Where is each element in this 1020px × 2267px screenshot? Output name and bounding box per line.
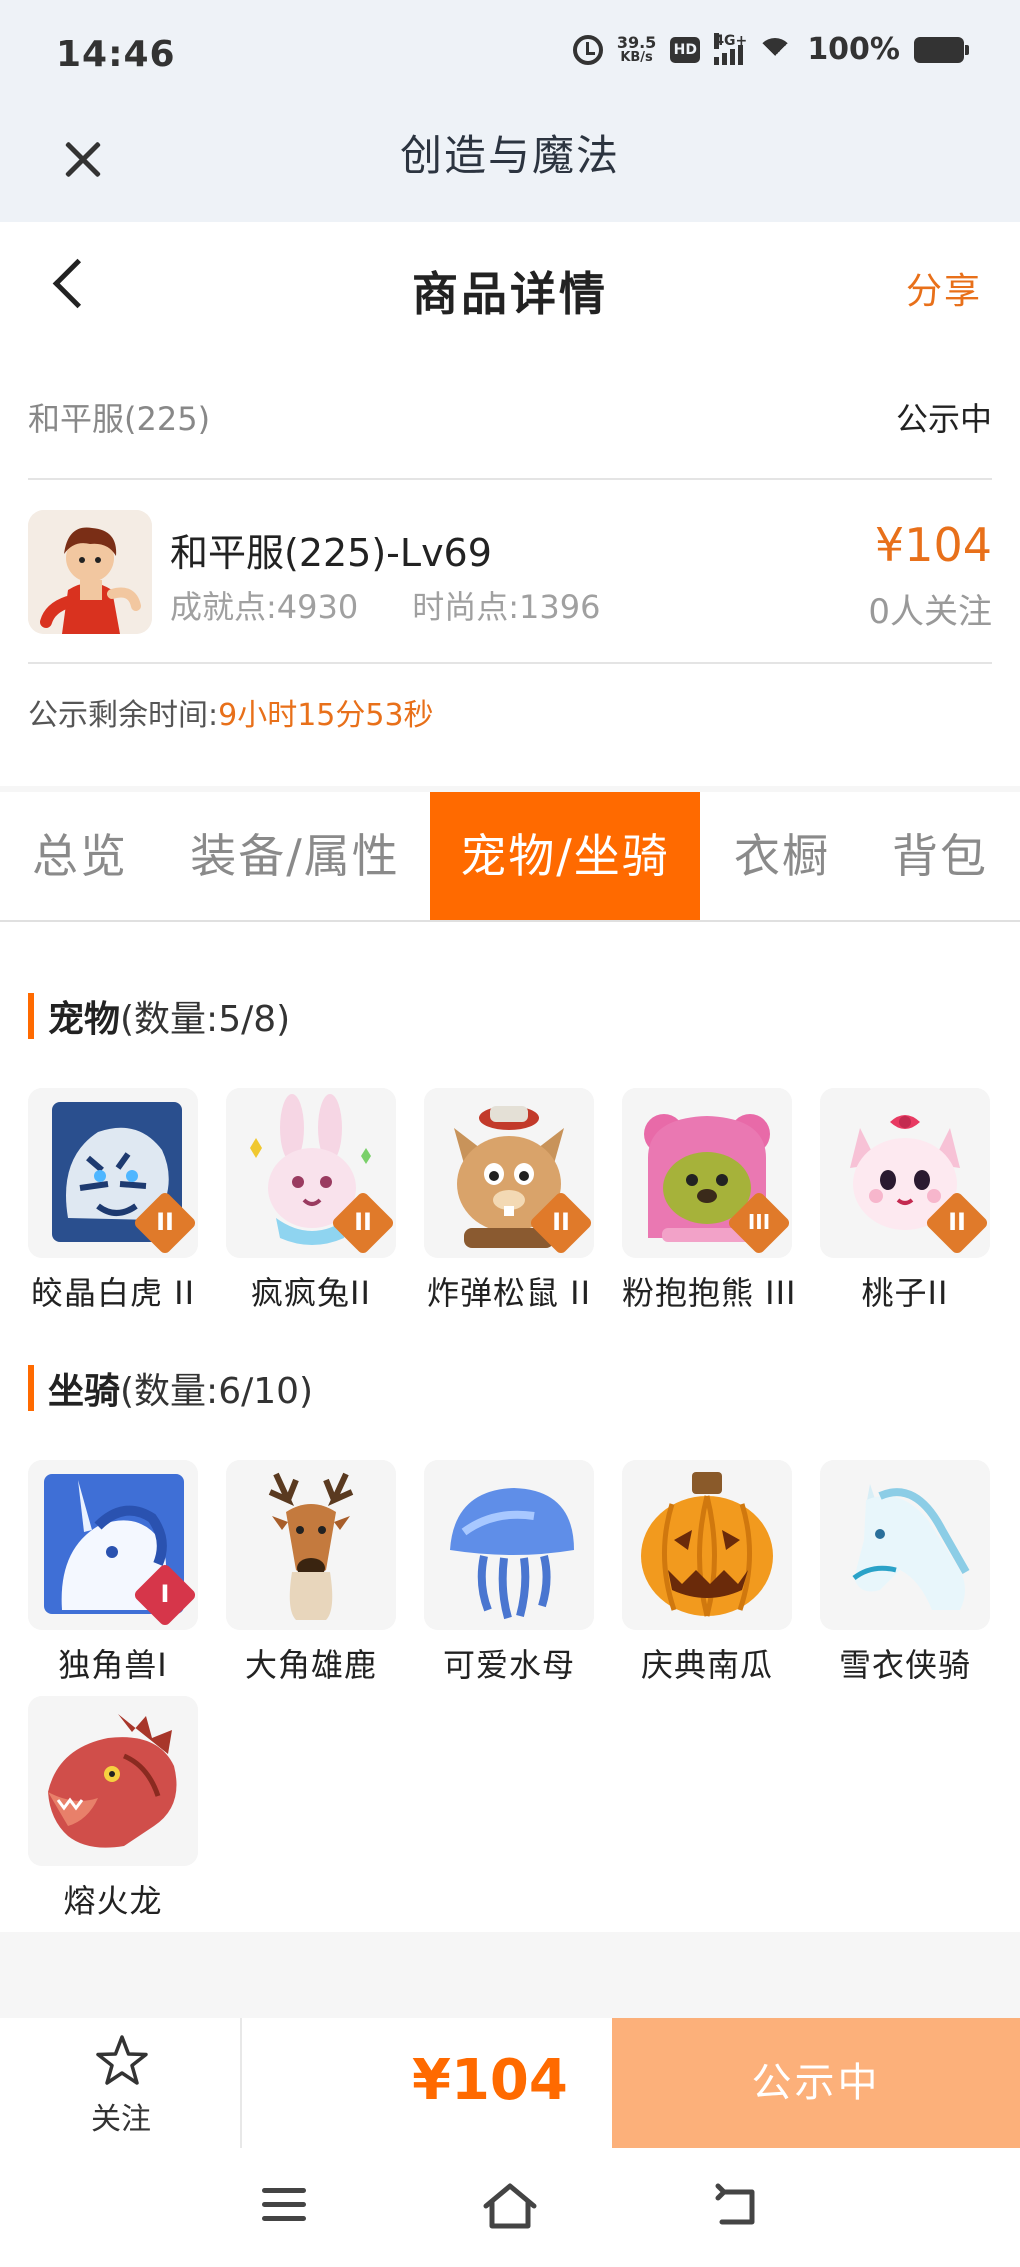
character-avatar	[28, 510, 152, 634]
pet-item[interactable]: II 皎晶白虎 II	[28, 1088, 198, 1314]
mounts-title: 坐骑	[48, 1371, 121, 1412]
mount-name: 可爱水母	[442, 1646, 575, 1684]
server-row: 和平服(225) 公示中	[28, 350, 992, 480]
mount-name: 雪衣侠骑	[838, 1646, 971, 1684]
remaining-time-value: 9小时15分53秒	[218, 698, 434, 733]
mount-item[interactable]: 大角雄鹿	[226, 1460, 396, 1686]
tab-backpack[interactable]: 背包	[870, 792, 1010, 920]
stag-icon	[226, 1460, 396, 1630]
pet-name: 疯疯兔II	[251, 1274, 371, 1312]
hd-icon: HD	[670, 36, 701, 63]
tab-bar: 总览 装备/属性 宠物/坐骑 衣橱 背包	[0, 792, 1020, 922]
follow-button[interactable]: 关注	[0, 2018, 242, 2148]
tab-pets-mounts[interactable]: 宠物/坐骑	[430, 792, 700, 920]
mount-name: 庆典南瓜	[640, 1646, 773, 1684]
status-icons: 39.5 KB/s HD 4G+ 100%	[572, 32, 969, 67]
tab-wardrobe[interactable]: 衣橱	[712, 792, 852, 920]
grade-label: I	[160, 1580, 170, 1608]
mounts-section-title: 坐骑 (数量:6/10)	[28, 1362, 313, 1414]
tab-equipment[interactable]: 装备/属性	[176, 792, 414, 920]
page-title: 商品详情	[412, 267, 608, 321]
peach-cat-icon: II	[820, 1088, 990, 1258]
section-marker	[28, 993, 34, 1039]
pets-title: 宠物	[48, 999, 121, 1040]
remaining-time-label: 公示剩余时间:	[28, 698, 219, 733]
status-button[interactable]: 公示中	[612, 2018, 1020, 2148]
mount-item[interactable]: 庆典南瓜	[622, 1460, 792, 1686]
item-row[interactable]: 和平服(225)-Lv69 成就点:4930 时尚点:1396 ¥104 0人关注	[28, 480, 992, 664]
pet-item[interactable]: II 桃子II	[820, 1088, 990, 1314]
jellyfish-icon	[424, 1460, 594, 1630]
wifi-icon	[757, 36, 794, 64]
system-nav-bar	[0, 2148, 1020, 2267]
pet-name: 炸弹松鼠 II	[426, 1274, 592, 1312]
star-icon	[96, 2035, 148, 2085]
home-icon[interactable]	[480, 2178, 540, 2234]
app-bar: 创造与魔法	[0, 110, 1020, 222]
follower-count: 0人关注	[868, 592, 992, 632]
mount-name: 独角兽I	[58, 1646, 168, 1684]
back-nav-icon[interactable]	[712, 2182, 762, 2230]
pet-name: 桃子II	[861, 1274, 949, 1312]
status-bar: 14:46 39.5 KB/s HD 4G+ 100%	[0, 0, 1020, 110]
alarm-icon	[572, 34, 603, 65]
remaining-time: 公示剩余时间:9小时15分53秒	[28, 690, 434, 734]
white-tiger-icon: II	[28, 1088, 198, 1258]
lava-dragon-icon	[28, 1696, 198, 1866]
snow-horse-icon	[820, 1460, 990, 1630]
unicorn-icon: I	[28, 1460, 198, 1630]
pumpkin-icon	[622, 1460, 792, 1630]
pet-item[interactable]: II 疯疯兔II	[226, 1088, 396, 1314]
mount-name: 熔火龙	[63, 1882, 163, 1920]
menu-icon[interactable]	[262, 2188, 306, 2224]
pink-bear-icon: III	[622, 1088, 792, 1258]
app-title: 创造与魔法	[399, 131, 620, 180]
pet-name: 皎晶白虎 II	[30, 1274, 196, 1312]
mount-item[interactable]: 可爱水母	[424, 1460, 594, 1686]
achievement-points: 成就点:4930	[170, 588, 359, 626]
net-speed: 39.5 KB/s	[616, 32, 657, 65]
bottom-action-bar: 关注 ¥104 公示中	[0, 2018, 1020, 2148]
grade-label: II	[156, 1208, 174, 1236]
net-speed-value: 39.5	[616, 32, 657, 52]
status-time: 14:46	[56, 34, 176, 75]
tab-overview[interactable]: 总览	[0, 792, 160, 920]
pets-mounts-panel: 宠物 (数量:5/8) II 皎晶白虎 II II 疯疯兔II II 炸弹松鼠 …	[0, 922, 1020, 1932]
fashion-points: 时尚点:1396	[412, 588, 601, 626]
network-type: 4G+	[714, 32, 748, 49]
page-header: 商品详情 分享	[0, 222, 1020, 350]
crazy-rabbit-icon: II	[226, 1088, 396, 1258]
listing-status: 公示中	[895, 400, 992, 438]
mount-item[interactable]: 熔火龙	[28, 1696, 198, 1922]
pet-item[interactable]: II 炸弹松鼠 II	[424, 1088, 594, 1314]
battery-icon	[914, 36, 969, 63]
listing-stats: 成就点:4930 时尚点:1396	[170, 582, 600, 628]
mount-name: 大角雄鹿	[244, 1646, 377, 1684]
net-speed-unit: KB/s	[620, 49, 653, 65]
listing-card: 和平服(225) 公示中 和平服(225)-Lv69 成就点:4930 时尚点:1…	[0, 350, 1020, 786]
mounts-count: (数量:6/10)	[120, 1371, 314, 1412]
section-marker	[28, 1365, 34, 1411]
listing-price: ¥104	[874, 518, 992, 572]
pet-item[interactable]: III 粉抱抱熊 III	[622, 1088, 797, 1314]
grade-label: II	[948, 1208, 966, 1236]
follow-label: 关注	[91, 2102, 151, 2137]
listing-name: 和平服(225)-Lv69	[170, 531, 492, 575]
cell-signal-icon: 4G+	[714, 32, 748, 65]
share-button[interactable]: 分享	[906, 262, 982, 314]
pets-count: (数量:5/8)	[120, 999, 291, 1040]
battery-percent: 100%	[807, 32, 900, 67]
server-name: 和平服(225)	[28, 400, 211, 438]
grade-label: II	[552, 1208, 570, 1236]
pet-name: 粉抱抱熊 III	[622, 1274, 797, 1312]
bottom-price: ¥104	[412, 2048, 568, 2113]
mount-item[interactable]: I 独角兽I	[28, 1460, 198, 1686]
grade-label: III	[747, 1210, 771, 1234]
pets-section-title: 宠物 (数量:5/8)	[28, 990, 290, 1042]
grade-label: II	[354, 1208, 372, 1236]
mount-item[interactable]: 雪衣侠骑	[820, 1460, 990, 1686]
bomb-squirrel-icon: II	[424, 1088, 594, 1258]
